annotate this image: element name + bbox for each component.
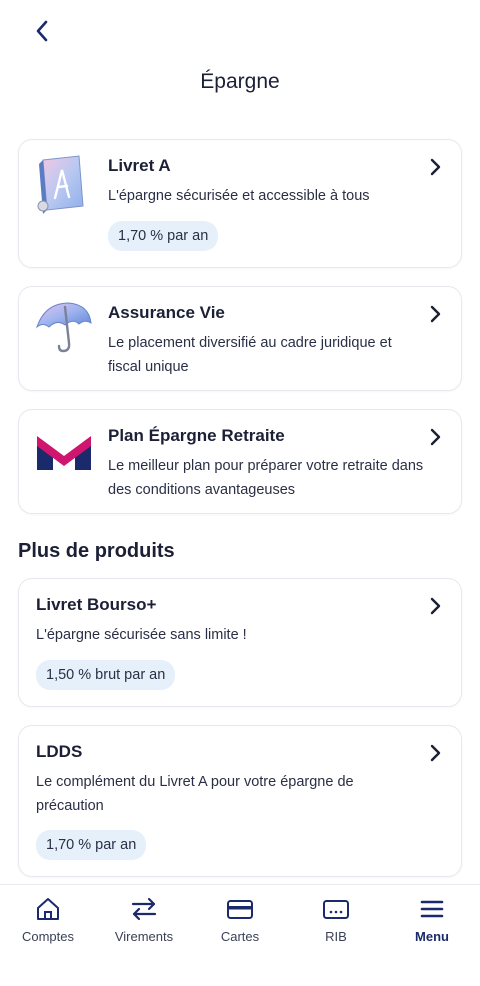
bottom-nav: Comptes Virements Cartes RIB Menu — [0, 884, 480, 986]
umbrella-icon — [35, 297, 93, 361]
nav-label: Virements — [114, 929, 174, 944]
card-description: L'épargne sécurisée et accessible à tous — [108, 188, 370, 204]
card-icon — [226, 895, 254, 923]
chevron-right-icon — [430, 597, 441, 615]
nav-menu[interactable]: Menu — [384, 885, 480, 986]
nav-label: Menu — [415, 929, 449, 944]
card-description: Le placement diversifié au cadre juridiq… — [108, 335, 392, 375]
card-description: Le meilleur plan pour préparer votre ret… — [108, 458, 424, 498]
home-icon — [34, 895, 62, 923]
rate-badge: 1,70 % par an — [36, 830, 147, 860]
nav-comptes[interactable]: Comptes — [0, 885, 96, 986]
product-card-livret-bourso[interactable]: Livret Bourso+ L'épargne sécurisée sans … — [18, 578, 462, 707]
chevron-left-icon — [36, 20, 48, 42]
card-description: Le complément du Livret A pour votre épa… — [36, 774, 354, 814]
nav-label: RIB — [325, 929, 347, 944]
product-card-per[interactable]: Plan Épargne Retraite Le meilleur plan p… — [18, 409, 462, 514]
card-title: Plan Épargne Retraite — [108, 426, 285, 445]
nav-cartes[interactable]: Cartes — [192, 885, 288, 986]
chevron-right-icon — [430, 428, 441, 446]
menu-icon — [418, 895, 446, 923]
nav-label: Comptes — [21, 929, 75, 944]
section-title: Plus de produits — [18, 540, 175, 562]
product-card-ldds[interactable]: LDDS Le complément du Livret A pour votr… — [18, 725, 462, 877]
nav-virements[interactable]: Virements — [96, 885, 192, 986]
card-title: LDDS — [36, 742, 83, 761]
rate-badge: 1,70 % par an — [108, 221, 219, 251]
chevron-right-icon — [430, 744, 441, 762]
nav-label: Cartes — [220, 929, 260, 944]
nav-rib[interactable]: RIB — [288, 885, 384, 986]
card-description: L'épargne sécurisée sans limite ! — [36, 627, 247, 643]
chevron-right-icon — [430, 158, 441, 176]
rate-badge: 1,50 % brut par an — [36, 660, 176, 690]
rib-card-icon — [322, 895, 350, 923]
card-title: Assurance Vie — [108, 303, 225, 322]
m-logo-icon — [35, 430, 93, 494]
chevron-right-icon — [430, 305, 441, 323]
transfer-arrows-icon — [130, 895, 158, 923]
card-title: Livret Bourso+ — [36, 595, 157, 614]
card-title: Livret A — [108, 156, 171, 175]
livret-a-book-icon — [35, 154, 93, 218]
page-title: Épargne — [200, 70, 280, 93]
product-card-livret-a[interactable]: Livret A L'épargne sécurisée et accessib… — [18, 139, 462, 268]
header: Épargne — [0, 0, 480, 120]
back-button[interactable] — [24, 16, 60, 46]
product-card-assurance-vie[interactable]: Assurance Vie Le placement diversifié au… — [18, 286, 462, 391]
